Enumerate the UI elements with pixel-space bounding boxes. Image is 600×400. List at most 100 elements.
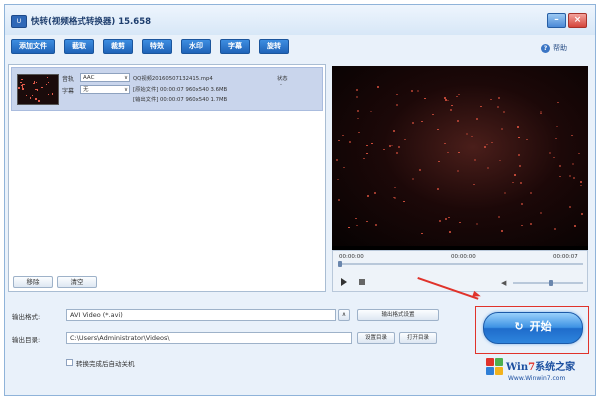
volume-slider[interactable]	[513, 280, 583, 286]
format-dropdown-button[interactable]: ∧	[338, 309, 350, 321]
particle	[418, 169, 421, 171]
close-button[interactable]: ×	[568, 13, 587, 28]
file-list-item[interactable]: 音轨 AAC ∨ 字幕 无 ∨ QQ视频20160507132415.mp4 状…	[11, 67, 323, 111]
volume-handle[interactable]	[549, 280, 553, 286]
minimize-button[interactable]: –	[547, 13, 566, 28]
particle	[502, 111, 505, 113]
particle	[518, 154, 521, 156]
windows-logo-icon	[486, 358, 504, 376]
subtitle-button[interactable]: 字幕	[220, 39, 250, 54]
particle	[559, 175, 562, 178]
thumb-particle	[35, 81, 38, 84]
particle	[397, 146, 400, 148]
remove-button[interactable]: 移除	[13, 276, 53, 288]
particle	[480, 105, 482, 108]
set-directory-button[interactable]: 设置目录	[357, 332, 395, 344]
thumb-particle	[22, 83, 24, 86]
seek-bar[interactable]	[338, 261, 583, 267]
volume-icon[interactable]: ◀	[501, 279, 506, 287]
particle	[498, 159, 501, 162]
start-button[interactable]: ↻ 开始	[483, 312, 583, 344]
particle	[570, 134, 573, 137]
particle	[412, 178, 415, 180]
stop-icon[interactable]	[359, 279, 365, 285]
particle	[568, 206, 571, 208]
play-icon[interactable]	[341, 278, 347, 286]
particle	[497, 97, 500, 99]
effects-button[interactable]: 特效	[142, 39, 172, 54]
output-file-info: [输出文件] 00:00:07 960x540 1.7MB	[133, 97, 228, 103]
particle	[373, 192, 376, 194]
particle	[336, 159, 339, 161]
particle	[526, 138, 529, 141]
particle	[370, 142, 373, 145]
source-file-info: [原始文件] 00:00:07 960x540 3.6MB	[133, 87, 228, 93]
thumb-particle	[38, 100, 40, 102]
thumb-particle	[36, 89, 39, 91]
open-directory-button[interactable]: 打开目录	[399, 332, 437, 344]
audio-track-select[interactable]: AAC ∨	[80, 73, 130, 82]
particle	[540, 212, 543, 214]
file-list-panel: 音轨 AAC ∨ 字幕 无 ∨ QQ视频20160507132415.mp4 状…	[8, 64, 326, 292]
clear-button[interactable]: 清空	[57, 276, 97, 288]
particle	[578, 152, 581, 155]
particle	[456, 95, 459, 98]
thumb-particle	[25, 94, 28, 97]
help-label: 帮助	[553, 44, 567, 52]
particle	[514, 174, 517, 176]
particle	[431, 113, 434, 116]
particle	[438, 160, 441, 163]
help-link[interactable]: ? 帮助	[541, 43, 567, 53]
thumb-particle	[51, 93, 54, 95]
particle	[558, 165, 561, 167]
rotate-button[interactable]: 旋转	[259, 39, 289, 54]
trim-button[interactable]: 截取	[64, 39, 94, 54]
crop-button[interactable]: 裁剪	[103, 39, 133, 54]
particle	[548, 152, 551, 154]
particle	[554, 228, 557, 230]
particle	[503, 192, 506, 194]
particle	[554, 137, 557, 140]
particle	[489, 98, 492, 101]
particle	[484, 146, 487, 148]
particle	[580, 213, 583, 215]
subtitle-select[interactable]: 无 ∨	[80, 85, 130, 94]
output-dir-field[interactable]: C:\Users\Administrator\Videos\	[66, 332, 352, 344]
particle	[402, 200, 405, 203]
particle	[476, 118, 479, 120]
particle	[500, 230, 503, 232]
particle	[556, 125, 559, 128]
particle	[458, 221, 461, 224]
particle	[448, 216, 451, 219]
particle	[437, 128, 440, 131]
particle	[382, 148, 385, 151]
player-controls: 00:00:00 00:00:00 00:00:07 ◀	[332, 250, 588, 292]
format-settings-button[interactable]: 输出格式设置	[357, 309, 439, 321]
seek-handle[interactable]	[338, 261, 342, 267]
app-icon: U	[11, 15, 27, 28]
output-format-field[interactable]: AVI Video (*.avi)	[66, 309, 336, 321]
watermark-button[interactable]: 水印	[181, 39, 211, 54]
auto-shutdown-checkbox[interactable]	[66, 359, 73, 366]
thumb-particle	[41, 86, 43, 89]
thumb-particle	[31, 94, 34, 97]
particle	[465, 133, 468, 135]
audio-track-label: 音轨	[62, 76, 75, 83]
file-name: QQ视频20160507132415.mp4	[133, 76, 213, 82]
title-bar[interactable]: U 快转(视频格式转换器) 15.658 – ×	[5, 5, 595, 35]
thumb-particle	[21, 78, 23, 81]
particle	[457, 93, 460, 96]
thumb-particle	[47, 93, 50, 96]
particle	[338, 199, 341, 201]
thumb-particle	[18, 87, 20, 89]
particle	[367, 195, 370, 197]
video-preview[interactable]	[332, 66, 588, 252]
particle	[421, 232, 424, 235]
toolbar: 添加文件 截取 裁剪 特效 水印 字幕 旋转	[11, 39, 289, 54]
particle	[396, 152, 399, 154]
particle	[472, 183, 475, 186]
window-controls: – ×	[547, 13, 587, 28]
add-file-button[interactable]: 添加文件	[11, 39, 55, 54]
particle	[540, 112, 543, 115]
refresh-icon: ↻	[514, 320, 524, 333]
